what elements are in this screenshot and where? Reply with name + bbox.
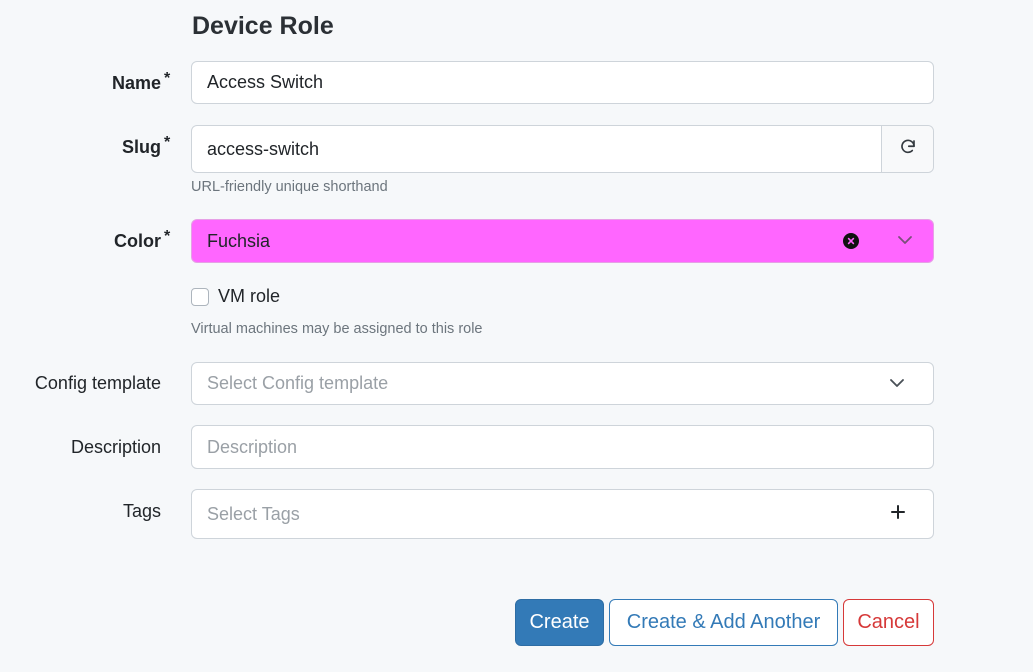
tags-label: Tags	[122, 501, 161, 521]
tags-select[interactable]: Select Tags	[191, 489, 934, 539]
plus-icon	[891, 504, 905, 524]
description-label: Description	[70, 437, 161, 457]
chevron-down-icon	[889, 375, 905, 393]
color-required-marker: *	[164, 228, 171, 245]
config-template-label: Config template	[34, 373, 161, 393]
cancel-button[interactable]: Cancel	[843, 599, 934, 646]
color-clear-button[interactable]	[843, 233, 859, 249]
create-button[interactable]: Create	[515, 599, 604, 646]
name-label: Name	[111, 73, 161, 93]
vm-role-label: VM role	[218, 286, 281, 306]
slug-help-text: URL-friendly unique shorthand	[191, 179, 388, 195]
slug-field-wrapper	[191, 125, 934, 173]
vm-role-help-text: Virtual machines may be assigned to this…	[191, 321, 483, 337]
slug-label: Slug	[122, 137, 161, 157]
vm-role-checkbox[interactable]	[191, 287, 209, 306]
device-role-form: Device Role Name * Slug * URL-friendly u…	[0, 0, 1033, 672]
clear-icon	[847, 232, 855, 250]
name-required-marker: *	[164, 70, 171, 87]
vm-role-row: VM role	[191, 286, 280, 307]
color-dropdown-toggle[interactable]	[887, 232, 923, 250]
color-selected-value: Fuchsia	[207, 230, 271, 251]
refresh-icon	[899, 138, 917, 161]
create-and-add-another-button[interactable]: Create & Add Another	[609, 599, 838, 646]
slug-input[interactable]	[192, 126, 881, 172]
color-select[interactable]: Fuchsia	[191, 219, 934, 263]
name-input[interactable]	[192, 62, 933, 103]
description-input[interactable]	[192, 426, 933, 468]
chevron-down-icon	[897, 232, 913, 250]
config-template-select[interactable]: Select Config template	[191, 362, 934, 405]
section-title: Device Role	[192, 12, 334, 40]
color-label: Color	[114, 231, 161, 251]
config-template-placeholder: Select Config template	[207, 373, 389, 393]
description-field-wrapper	[191, 425, 934, 469]
config-template-dropdown-toggle[interactable]	[879, 375, 915, 393]
tags-placeholder: Select Tags	[207, 503, 300, 524]
tags-add-button[interactable]	[883, 504, 913, 524]
name-field-wrapper	[191, 61, 934, 104]
slug-regenerate-button[interactable]	[881, 126, 933, 172]
slug-required-marker: *	[164, 134, 171, 151]
